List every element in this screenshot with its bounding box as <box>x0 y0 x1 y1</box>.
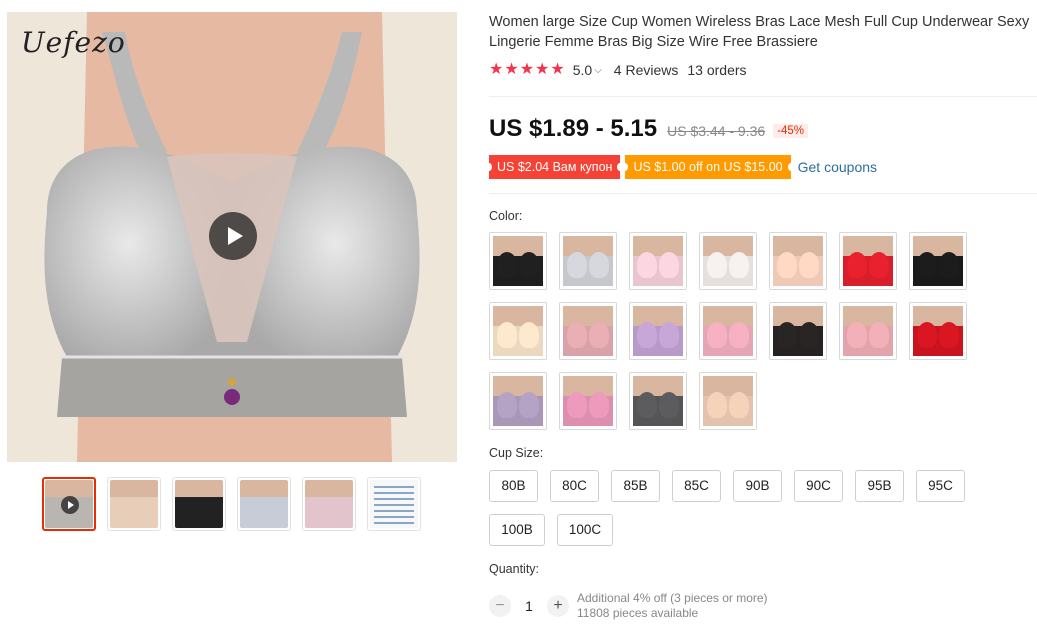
main-product-image[interactable]: Uefezo <box>7 12 457 462</box>
coupons-row: US $2.04 Вам купон US $1.00 off on US $1… <box>485 155 877 179</box>
pieces-available-text: 11808 pieces available <box>577 606 699 620</box>
thumbnail-strip <box>42 477 421 531</box>
thumbnail-black[interactable] <box>172 477 226 531</box>
swatch-image <box>703 376 753 426</box>
color-swatch-white[interactable] <box>699 232 757 290</box>
color-swatch-hot-pink[interactable] <box>559 372 617 430</box>
color-swatch-black-2[interactable] <box>909 232 967 290</box>
color-swatch-light-pink[interactable] <box>629 232 687 290</box>
divider <box>489 193 1037 194</box>
swatch-image <box>773 306 823 356</box>
thumbnail-image <box>305 480 353 528</box>
quantity-stepper: − + Additional 4% off (3 pieces or more)… <box>489 591 768 621</box>
color-swatch-dark-gray[interactable] <box>629 372 687 430</box>
play-icon <box>61 496 79 514</box>
color-swatches <box>489 232 979 430</box>
color-swatch-nude[interactable] <box>699 372 757 430</box>
decrease-quantity-button[interactable]: − <box>489 595 511 617</box>
chevron-down-icon[interactable]: ⌵ <box>594 65 602 76</box>
cup-size-85c[interactable]: 85C <box>672 470 721 502</box>
cup-size-label: Cup Size: <box>489 446 544 460</box>
swatch-image <box>843 306 893 356</box>
star-icon: ★ <box>550 61 565 78</box>
current-price: US $1.89 - 5.15 <box>489 115 658 142</box>
cup-size-85b[interactable]: 85B <box>611 470 660 502</box>
cup-size-100c[interactable]: 100C <box>557 514 613 546</box>
swatch-image <box>563 236 613 286</box>
size-chart-image <box>370 480 418 528</box>
thumbnail-beige[interactable] <box>107 477 161 531</box>
swatch-image <box>563 376 613 426</box>
rating-row: ★ ★ ★ ★ ★ 5.0 ⌵ 4 Reviews 13 orders <box>489 62 747 79</box>
star-icon: ★ <box>535 61 550 78</box>
quantity-info: Additional 4% off (3 pieces or more) 118… <box>577 591 768 621</box>
cup-size-95c[interactable]: 95C <box>916 470 965 502</box>
star-icon: ★ <box>504 61 519 78</box>
get-coupons-link[interactable]: Get coupons <box>798 159 877 175</box>
swatch-image <box>843 236 893 286</box>
cup-size-90b[interactable]: 90B <box>733 470 782 502</box>
color-swatch-red-lace[interactable] <box>909 302 967 360</box>
discount-badge: -45% <box>773 124 809 138</box>
cup-size-options: 80B 80C 85B 85C 90B 90C 95B 95C 100B 100C <box>489 470 1019 546</box>
color-swatch-black[interactable] <box>489 232 547 290</box>
color-swatch-light-gray[interactable] <box>559 232 617 290</box>
swatch-image <box>703 236 753 286</box>
original-price: US $3.44 - 9.36 <box>667 123 766 139</box>
cup-size-90c[interactable]: 90C <box>794 470 843 502</box>
color-swatch-pink[interactable] <box>699 302 757 360</box>
brand-logo: Uefezo <box>21 26 126 59</box>
color-swatch-beige[interactable] <box>489 302 547 360</box>
color-swatch-red[interactable] <box>839 232 897 290</box>
quantity-input[interactable] <box>517 595 541 617</box>
coupon-badge[interactable]: US $2.04 Вам купон <box>485 155 624 179</box>
star-icon: ★ <box>489 61 504 78</box>
swatch-image <box>493 236 543 286</box>
cup-size-80b[interactable]: 80B <box>489 470 538 502</box>
play-video-button[interactable] <box>209 212 257 260</box>
quantity-label: Quantity: <box>489 562 540 576</box>
reviews-link[interactable]: 4 Reviews <box>614 62 679 78</box>
star-icon: ★ <box>519 61 535 78</box>
rating-stars: ★ ★ ★ ★ ★ <box>489 62 565 78</box>
color-label: Color: <box>489 209 523 223</box>
swatch-image <box>913 306 963 356</box>
swatch-image <box>913 236 963 286</box>
color-swatch-lavender[interactable] <box>629 302 687 360</box>
swatch-image <box>633 376 683 426</box>
color-swatch-pink-lace[interactable] <box>839 302 897 360</box>
thumbnail-image <box>110 480 158 528</box>
thumbnail-blue-gray[interactable] <box>237 477 291 531</box>
cup-size-100b[interactable]: 100B <box>489 514 545 546</box>
swatch-image <box>563 306 613 356</box>
thumbnail-image <box>175 480 223 528</box>
orders-count: 13 orders <box>687 62 747 78</box>
color-swatch-rose[interactable] <box>559 302 617 360</box>
product-title: Women large Size Cup Women Wireless Bras… <box>489 14 1030 50</box>
swatch-image <box>773 236 823 286</box>
coupon-badge[interactable]: US $1.00 off on US $15.00 <box>622 155 794 179</box>
cup-size-80c[interactable]: 80C <box>550 470 599 502</box>
thumbnail-image <box>240 480 288 528</box>
cup-size-95b[interactable]: 95B <box>855 470 904 502</box>
swatch-image <box>703 306 753 356</box>
price-row: US $1.89 - 5.15 US $3.44 - 9.36 -45% <box>489 115 809 143</box>
swatch-image <box>633 306 683 356</box>
color-swatch-black-lace[interactable] <box>769 302 827 360</box>
color-swatch-purple-gray[interactable] <box>489 372 547 430</box>
thumbnail-size-chart[interactable] <box>367 477 421 531</box>
thumbnail-gray[interactable] <box>42 477 96 531</box>
rating-value[interactable]: 5.0 <box>573 62 592 78</box>
swatch-image <box>493 376 543 426</box>
divider <box>489 96 1037 97</box>
thumbnail-pink[interactable] <box>302 477 356 531</box>
swatch-image <box>633 236 683 286</box>
color-swatch-skin[interactable] <box>769 232 827 290</box>
swatch-image <box>493 306 543 356</box>
additional-discount-text: Additional 4% off (3 pieces or more) <box>577 591 768 605</box>
increase-quantity-button[interactable]: + <box>547 595 569 617</box>
